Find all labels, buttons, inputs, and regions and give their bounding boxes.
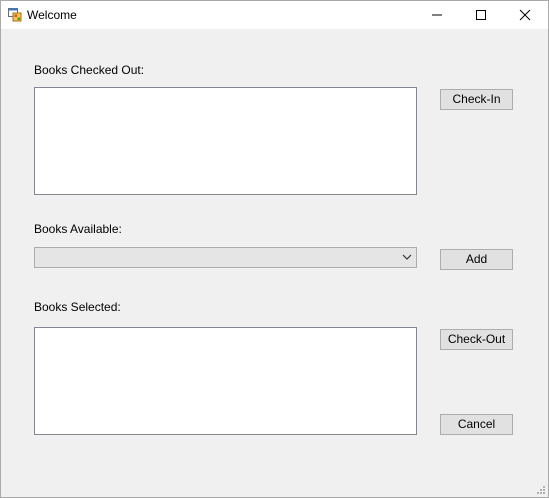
window-title: Welcome <box>27 8 77 22</box>
add-button[interactable]: Add <box>440 249 513 270</box>
close-icon <box>519 9 531 21</box>
check-out-button[interactable]: Check-Out <box>440 329 513 350</box>
minimize-button[interactable] <box>414 1 460 29</box>
books-checked-out-list[interactable] <box>34 87 417 195</box>
books-checked-out-label: Books Checked Out: <box>34 63 145 77</box>
maximize-icon <box>476 10 486 20</box>
minimize-icon <box>432 14 442 16</box>
resize-grip-icon[interactable] <box>536 485 546 495</box>
chevron-down-icon <box>402 254 412 260</box>
maximize-button[interactable] <box>458 1 504 29</box>
title-bar[interactable]: Welcome <box>1 1 548 29</box>
books-selected-label: Books Selected: <box>34 300 121 314</box>
books-available-dropdown[interactable] <box>34 247 417 268</box>
books-available-label: Books Available: <box>34 222 122 236</box>
books-selected-list[interactable] <box>34 327 417 435</box>
welcome-window: Welcome Books Checked Out: Check-In Book… <box>0 0 549 498</box>
close-button[interactable] <box>502 1 548 29</box>
app-form-icon <box>8 8 22 22</box>
check-in-button[interactable]: Check-In <box>440 89 513 110</box>
cancel-button[interactable]: Cancel <box>440 414 513 435</box>
